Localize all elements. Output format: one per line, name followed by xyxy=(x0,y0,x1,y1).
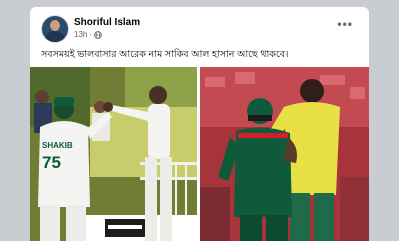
author-name[interactable]: Shoriful Islam xyxy=(74,17,140,28)
post-text: সবসময়ই ভালবাসার আরেক নাম সাকিব আল হাসান… xyxy=(41,49,289,60)
globe-icon[interactable] xyxy=(94,30,102,39)
facebook-post-card: Shoriful Islam 13h · ••• সবসময়ই ভালবাসা… xyxy=(30,7,369,241)
meta-separator: · xyxy=(89,30,93,39)
post-meta: 13h · xyxy=(74,30,102,39)
photo-celebration[interactable]: SHAKIB 75 xyxy=(30,67,197,241)
more-options-icon[interactable]: ••• xyxy=(337,18,353,30)
jersey-name-text: SHAKIB xyxy=(42,141,73,150)
jersey-number-text: 75 xyxy=(42,153,61,172)
photo-embrace[interactable] xyxy=(200,67,369,241)
author-avatar[interactable] xyxy=(41,15,69,43)
post-time[interactable]: 13h xyxy=(74,30,87,39)
